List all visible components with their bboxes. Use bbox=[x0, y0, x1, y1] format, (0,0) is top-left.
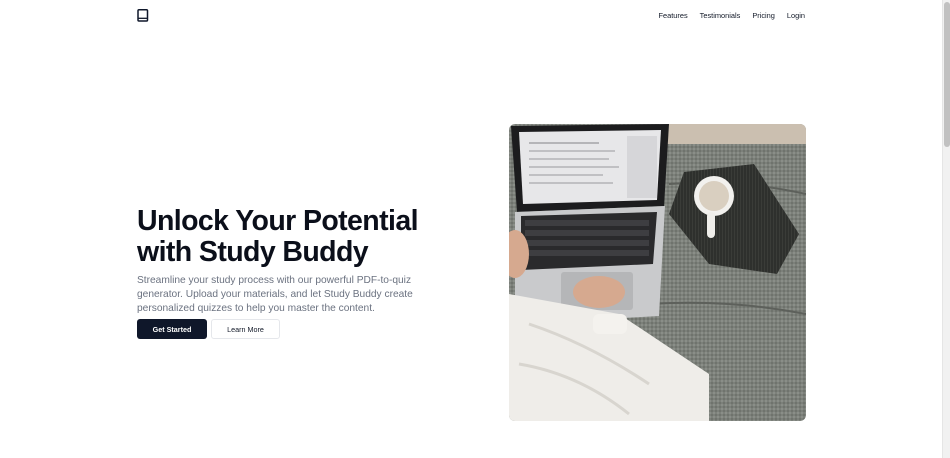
hero-description: Streamline your study process with our p… bbox=[137, 275, 413, 314]
scrollbar-thumb[interactable] bbox=[944, 2, 950, 147]
hero-section: Unlock Your Potential with Study Buddy S… bbox=[137, 206, 447, 339]
learn-more-button[interactable]: Learn More bbox=[211, 319, 280, 339]
navbar: Features Testimonials Pricing Login bbox=[0, 0, 942, 31]
nav-links: Features Testimonials Pricing Login bbox=[658, 11, 805, 20]
cta-group: Get Started Learn More bbox=[137, 319, 280, 339]
get-started-button[interactable]: Get Started bbox=[137, 319, 207, 339]
nav-link-login[interactable]: Login bbox=[787, 11, 805, 20]
nav-link-testimonials[interactable]: Testimonials bbox=[700, 11, 741, 20]
laptop-on-couch-photo bbox=[509, 124, 806, 421]
nav-link-pricing[interactable]: Pricing bbox=[752, 11, 775, 20]
hero-title: Unlock Your Potential with Study Buddy bbox=[137, 206, 447, 268]
page-scrollbar[interactable] bbox=[942, 0, 950, 458]
nav-link-features[interactable]: Features bbox=[658, 11, 687, 20]
hero-title-line1: Unlock Your Potential bbox=[137, 205, 418, 237]
hero-title-line2: with Study Buddy bbox=[137, 236, 369, 268]
book-icon[interactable] bbox=[137, 9, 149, 22]
